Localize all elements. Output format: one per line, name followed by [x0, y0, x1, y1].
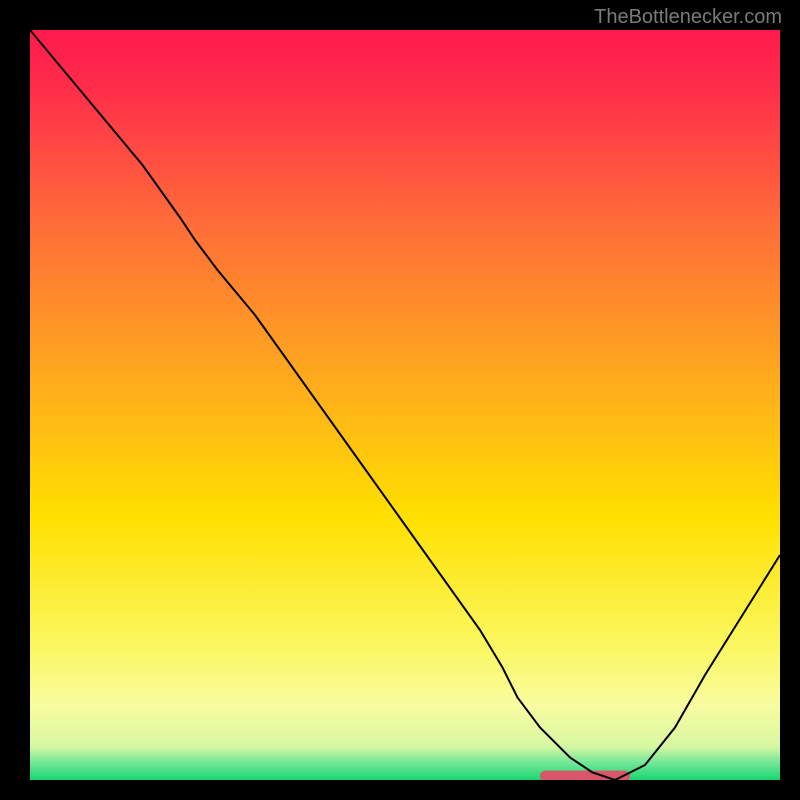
chart-container: TheBottlenecker.com	[0, 0, 800, 800]
watermark-label: TheBottlenecker.com	[594, 6, 782, 29]
plot-area	[30, 30, 780, 780]
bottleneck-chart	[30, 30, 780, 780]
gradient-background	[30, 30, 780, 780]
